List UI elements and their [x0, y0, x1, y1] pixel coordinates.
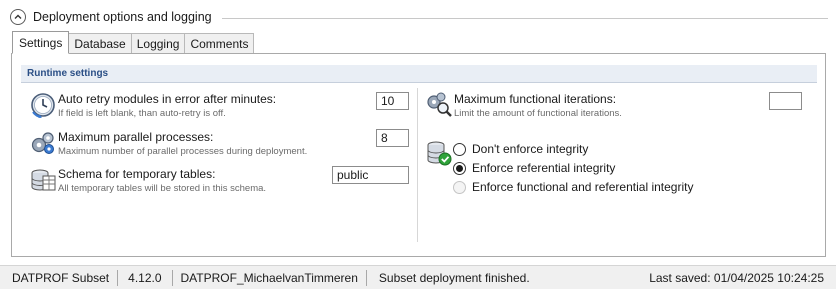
iterations-description: Limit the amount of functional iteration…	[454, 108, 622, 119]
radio-label: Don't enforce integrity	[472, 142, 589, 156]
parallel-label: Maximum parallel processes:	[58, 130, 214, 144]
tab-bar: Settings Database Logging Comments	[12, 31, 255, 54]
clock-retry-icon	[31, 93, 55, 118]
tab-database[interactable]: Database	[69, 33, 132, 54]
section-title: Deployment options and logging	[33, 10, 212, 24]
gears-search-icon	[427, 92, 452, 117]
status-message: Subset deployment finished.	[378, 270, 530, 285]
schema-input[interactable]: public	[332, 166, 409, 184]
column-divider	[417, 88, 418, 242]
tab-comments[interactable]: Comments	[185, 33, 255, 54]
radio-label: Enforce functional and referential integ…	[472, 180, 694, 194]
parallel-description: Maximum number of parallel processes dur…	[58, 146, 308, 157]
radio-functional-referential[interactable]: Enforce functional and referential integ…	[453, 180, 693, 194]
status-last-saved: Last saved: 01/04/2025 10:24:25	[649, 270, 824, 285]
radio-referential[interactable]: Enforce referential integrity	[453, 161, 615, 175]
status-bar: DATPROF Subset 4.12.0 DATPROF_Michaelvan…	[0, 265, 836, 289]
chevron-up-icon	[14, 14, 22, 19]
schema-description: All temporary tables will be stored in t…	[58, 183, 267, 194]
database-table-icon	[31, 169, 56, 191]
collapse-button[interactable]	[10, 9, 26, 25]
status-app-name: DATPROF Subset	[12, 270, 110, 285]
radio-dont-enforce[interactable]: Don't enforce integrity	[453, 142, 588, 156]
section-header: Deployment options and logging	[10, 7, 828, 27]
auto-retry-input[interactable]: 10	[376, 92, 409, 110]
radio-button-disabled[interactable]	[453, 180, 466, 194]
runtime-settings-header: Runtime settings	[21, 65, 817, 83]
tab-settings[interactable]: Settings	[12, 31, 70, 54]
header-divider	[221, 17, 828, 19]
schema-label: Schema for temporary tables:	[58, 167, 216, 181]
radio-label: Enforce referential integrity	[472, 161, 616, 175]
tab-logging[interactable]: Logging	[131, 33, 186, 54]
radio-button[interactable]	[453, 142, 466, 156]
radio-button-selected[interactable]	[453, 161, 466, 175]
settings-panel: Runtime settings Auto retry modules in e…	[11, 53, 826, 257]
status-project: DATPROF_MichaelvanTimmeren	[180, 270, 358, 285]
auto-retry-label: Auto retry modules in error after minute…	[58, 92, 277, 106]
iterations-label: Maximum functional iterations:	[454, 92, 617, 106]
iterations-input[interactable]	[769, 92, 802, 110]
status-version: 4.12.0	[128, 270, 162, 285]
parallel-input[interactable]: 8	[376, 129, 409, 147]
auto-retry-description: If field is left blank, than auto-retry …	[58, 108, 226, 119]
database-check-icon	[427, 141, 452, 166]
gears-icon	[31, 132, 54, 154]
